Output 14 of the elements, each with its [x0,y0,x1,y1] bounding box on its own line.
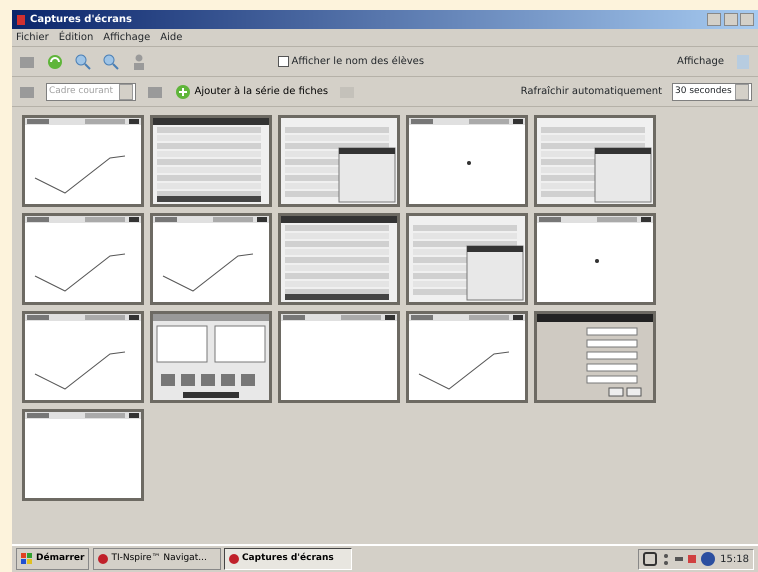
start-button[interactable]: Démarrer [16,548,90,570]
window-title: Captures d'écrans [30,13,132,27]
add-button[interactable]: Ajouter à la série de fiches [174,82,328,100]
taskbar-button[interactable]: Captures d'écrans [224,548,352,570]
menu-item[interactable]: Affichage [103,30,150,45]
view-label: Affichage [677,55,724,69]
refresh-dropdown[interactable]: 30 secondes [672,82,752,100]
menu-item[interactable]: Fichier [16,30,49,45]
checkbox-label: Afficher le nom des élèves [292,55,424,69]
clock: 15:18 [720,552,749,566]
taskbar-button[interactable]: TI-Nspire™ Navigat... [93,548,222,570]
menu-item[interactable]: Édition [58,30,94,45]
menu-item[interactable]: Aide [160,30,182,45]
refresh-label: Rafraîchir automatiquement [520,85,662,99]
